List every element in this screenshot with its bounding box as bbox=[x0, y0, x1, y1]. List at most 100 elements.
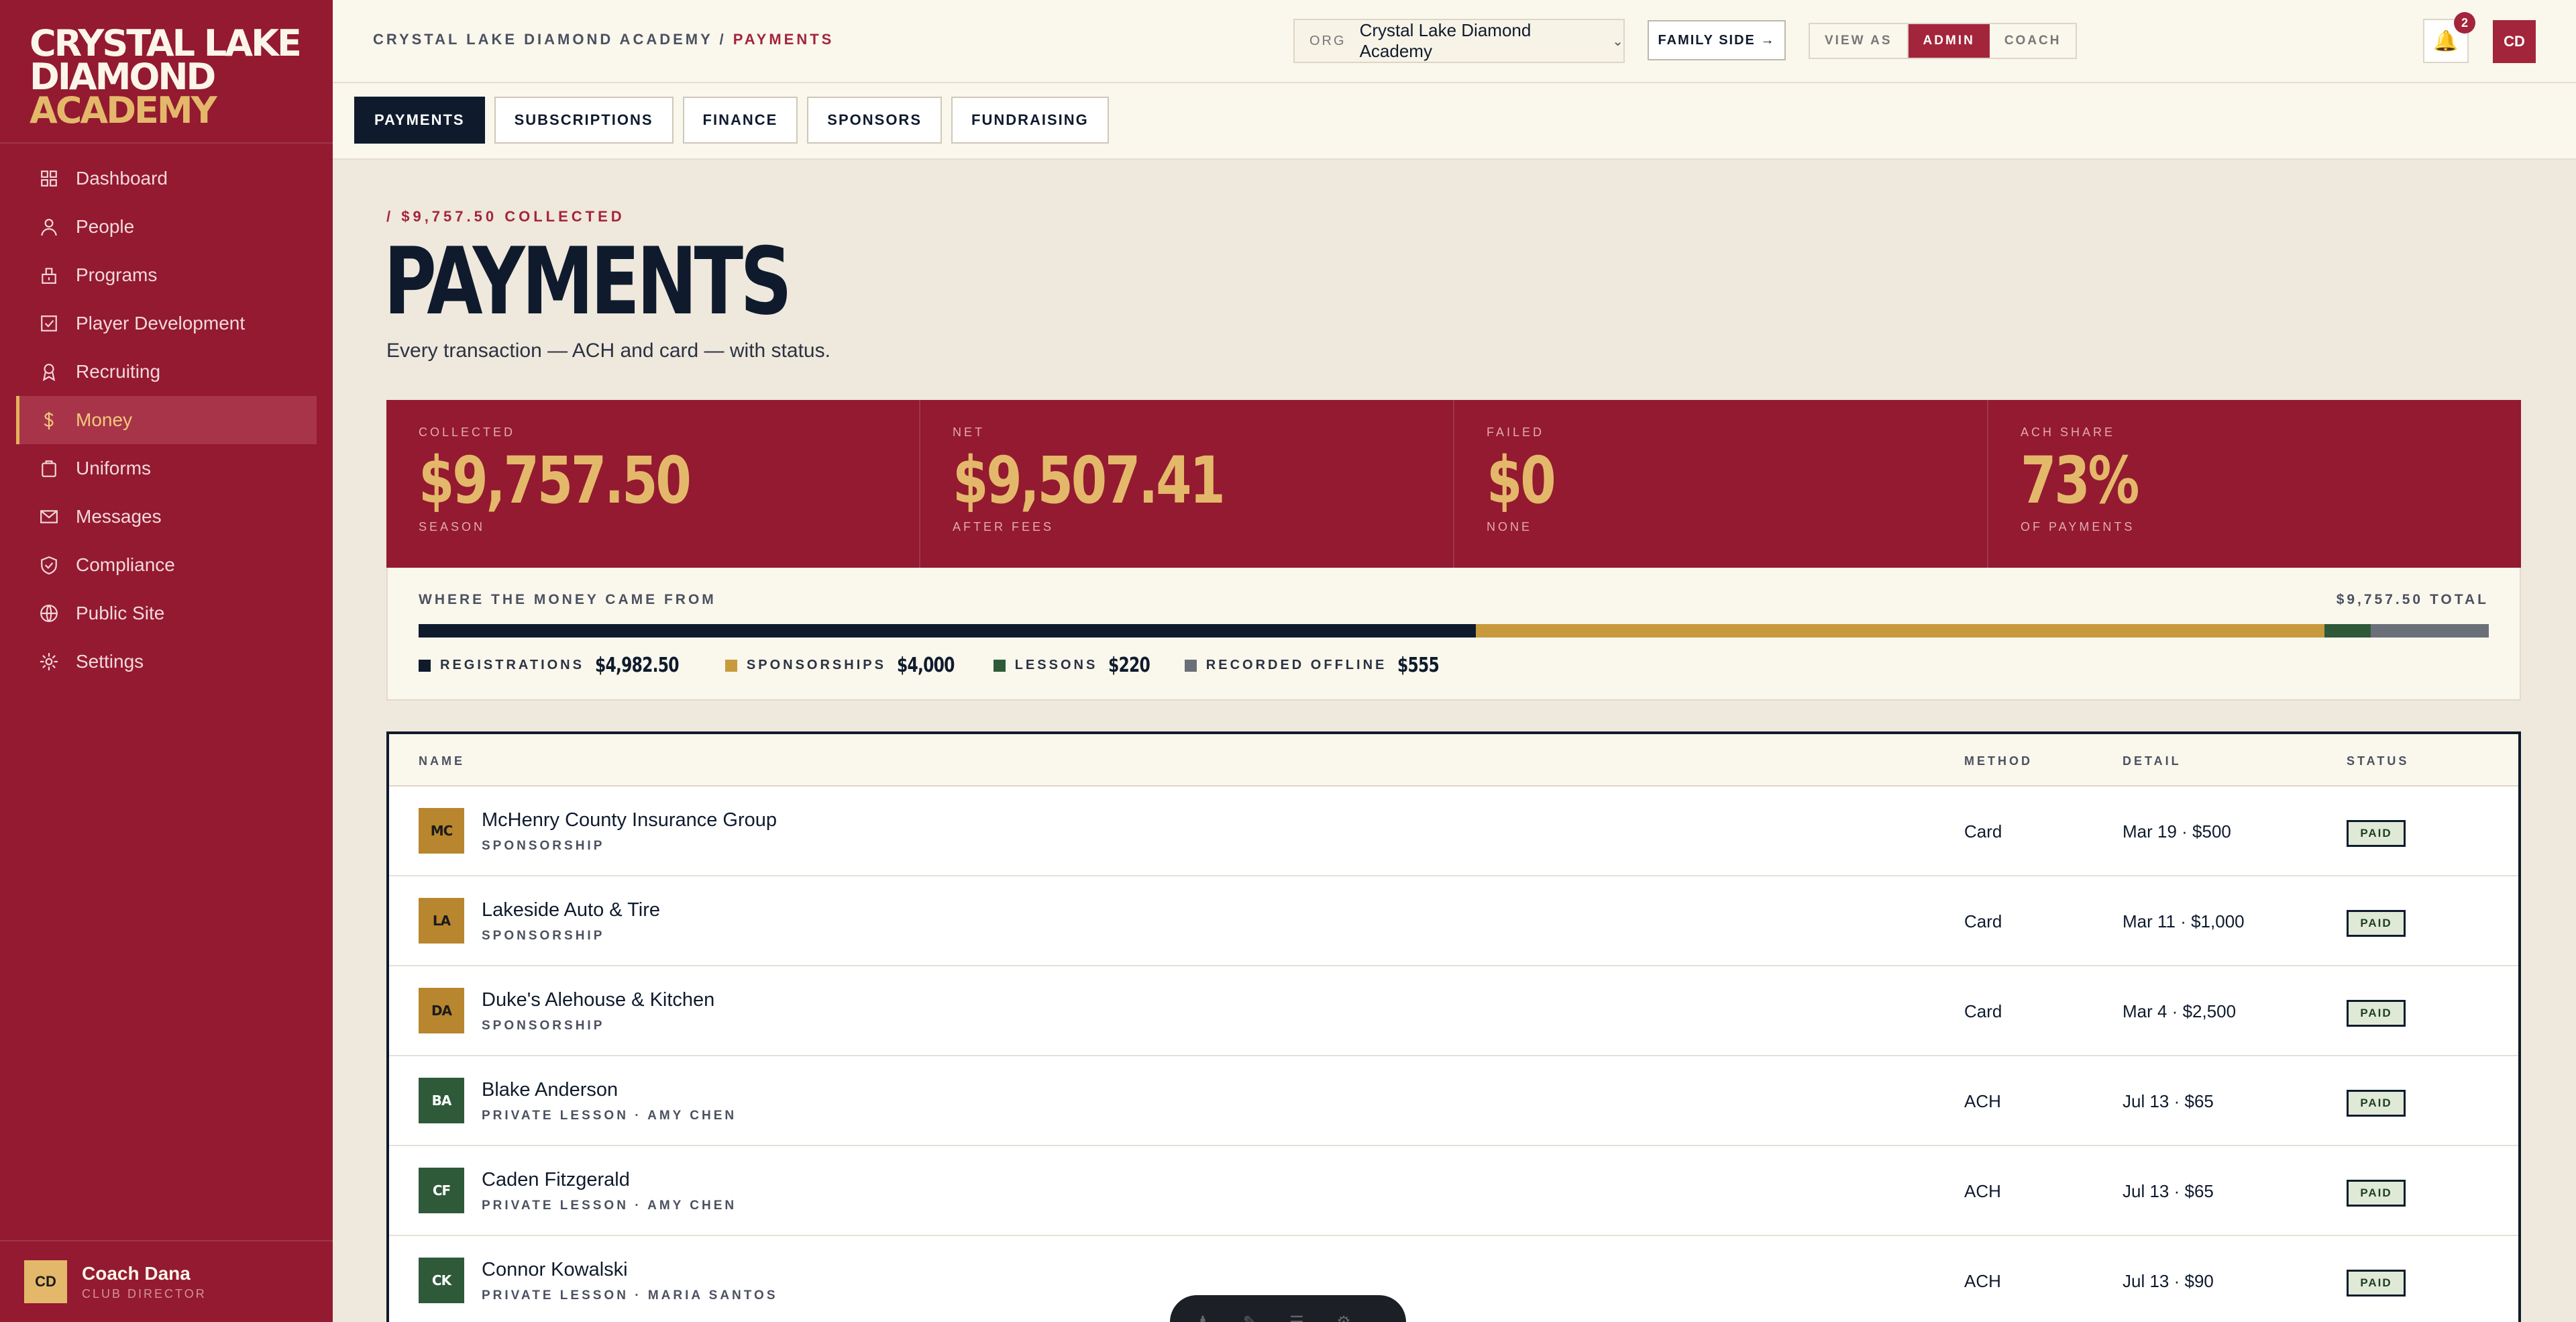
legend-swatch bbox=[419, 659, 431, 672]
view-as-label: View as bbox=[1810, 24, 1909, 58]
family-side-button[interactable]: FAMILY SIDE → bbox=[1648, 20, 1786, 60]
table-body: MC McHenry County Insurance Group Sponsors… bbox=[389, 786, 2518, 1322]
stat-label: Collected bbox=[419, 425, 516, 439]
bar-segment-recorded-offline bbox=[2371, 624, 2489, 638]
payment-detail: Mar 4 · $2,500 bbox=[2123, 1001, 2237, 1021]
legend-sponsorships: Sponsorships $4,000 bbox=[724, 654, 971, 677]
sidebar-item-people[interactable]: People bbox=[16, 203, 317, 251]
col-method[interactable]: Method bbox=[1964, 754, 2033, 768]
club-logo[interactable]: Crystal Lake Diamond Academy bbox=[30, 26, 302, 129]
sidebar-nav: Dashboard People Programs Player Developmen… bbox=[16, 154, 317, 686]
payer-name[interactable]: Connor Kowalski bbox=[482, 1259, 628, 1281]
stat-failed: Failed $0 None bbox=[1454, 400, 1988, 568]
sidebar-item-uniforms[interactable]: Uniforms bbox=[16, 444, 317, 493]
legend-recorded-offline: Recorded Offline $555 bbox=[1184, 654, 1451, 677]
row-avatar: BA bbox=[419, 1078, 464, 1123]
col-status[interactable]: Status bbox=[2347, 754, 2409, 768]
legend-value: $555 bbox=[1397, 654, 1440, 677]
view-as-coach[interactable]: Coach bbox=[1990, 24, 2076, 58]
payment-detail: Mar 11 · $1,000 bbox=[2123, 911, 2245, 931]
table-header: Name Method Detail Status bbox=[389, 734, 2518, 786]
sidebar-item-compliance[interactable]: Compliance bbox=[16, 541, 317, 589]
legend-label: Lessons bbox=[1014, 658, 1098, 672]
sidebar-item-messages[interactable]: Messages bbox=[16, 493, 317, 541]
stat-sub: After fees bbox=[953, 520, 1055, 533]
toolbar-lines-icon[interactable]: ☰ bbox=[1288, 1313, 1305, 1322]
row-avatar: DA bbox=[419, 988, 464, 1033]
stat-label: Net bbox=[953, 425, 985, 439]
tab-subscriptions[interactable]: Subscriptions bbox=[494, 97, 674, 144]
sidebar-item-public-site[interactable]: Public Site bbox=[16, 589, 317, 638]
legend-label: Registrations bbox=[440, 658, 584, 672]
legend-value: $220 bbox=[1108, 654, 1150, 677]
payment-type: Private Lesson · Amy Chen bbox=[482, 1199, 737, 1213]
legend-value: $4,000 bbox=[896, 654, 955, 677]
table-row[interactable]: LA Lakeside Auto & Tire Sponsorship Card Mar… bbox=[389, 876, 2518, 966]
page-subtitle: Every transaction — ACH and card — with … bbox=[386, 340, 830, 362]
row-avatar: CK bbox=[419, 1258, 464, 1303]
bar-segment-registrations bbox=[419, 624, 1476, 638]
payer-name[interactable]: Lakeside Auto & Tire bbox=[482, 899, 660, 921]
table-row[interactable]: CF Caden Fitzgerald Private Lesson · Amy C… bbox=[389, 1146, 2518, 1236]
stat-ach-share: ACH Share 73% Of payments bbox=[1988, 400, 2521, 568]
payment-method: Card bbox=[1964, 821, 2002, 842]
grid-icon bbox=[40, 169, 58, 188]
sidebar-item-dashboard[interactable]: Dashboard bbox=[16, 154, 317, 203]
toolbar-tool-icon[interactable]: ♟ bbox=[1194, 1313, 1212, 1322]
section-tabs-bar: Payments Subscriptions Finance Sponsors Fund… bbox=[333, 83, 2576, 160]
tab-sponsors[interactable]: Sponsors bbox=[807, 97, 942, 144]
chevron-down-icon: ⌄ bbox=[1612, 34, 1623, 49]
user-profile[interactable]: CD Coach Dana Club Director bbox=[24, 1260, 207, 1303]
table-row[interactable]: DA Duke's Alehouse & Kitchen Sponsorship Ca… bbox=[389, 966, 2518, 1056]
stat-sub: None bbox=[1487, 520, 1533, 533]
table-row[interactable]: MC McHenry County Insurance Group Sponsors… bbox=[389, 786, 2518, 876]
tab-fundraising[interactable]: Fundraising bbox=[951, 97, 1109, 144]
payer-name[interactable]: McHenry County Insurance Group bbox=[482, 809, 777, 831]
col-name[interactable]: Name bbox=[419, 754, 465, 768]
user-name: Coach Dana bbox=[82, 1262, 191, 1284]
tab-payments[interactable]: Payments bbox=[354, 97, 485, 144]
account-avatar[interactable]: CD bbox=[2493, 20, 2536, 63]
sidebar-item-label: Dashboard bbox=[76, 168, 168, 189]
payer-name[interactable]: Duke's Alehouse & Kitchen bbox=[482, 989, 714, 1011]
sidebar-item-programs[interactable]: Programs bbox=[16, 251, 317, 299]
status-badge: PAID bbox=[2347, 1180, 2406, 1207]
notification-count-badge: 2 bbox=[2454, 12, 2475, 34]
sidebar-item-money[interactable]: Money bbox=[16, 396, 317, 444]
tab-finance[interactable]: Finance bbox=[682, 97, 798, 144]
toolbar-brush-icon[interactable]: ✎ bbox=[1241, 1313, 1258, 1322]
row-avatar: LA bbox=[419, 898, 464, 944]
legend-label: Recorded Offline bbox=[1205, 658, 1387, 672]
table-row[interactable]: CK Connor Kowalski Private Lesson · Maria … bbox=[389, 1236, 2518, 1322]
dollar-icon bbox=[40, 411, 58, 429]
col-detail[interactable]: Detail bbox=[2123, 754, 2182, 768]
person-icon bbox=[40, 217, 58, 236]
breadcrumb: Crystal Lake Diamond Academy / Payments bbox=[373, 31, 835, 48]
sidebar-item-label: Money bbox=[76, 409, 133, 430]
globe-icon bbox=[40, 604, 58, 623]
status-badge: PAID bbox=[2347, 820, 2406, 847]
legend-registrations: Registrations $4,982.50 bbox=[419, 654, 702, 677]
toolbar-settings-icon[interactable]: ⚙ bbox=[1335, 1313, 1352, 1322]
breadcrumb-org[interactable]: Crystal Lake Diamond Academy bbox=[373, 31, 712, 48]
breakdown-legend: Registrations $4,982.50 Sponsorships $4,000… bbox=[419, 654, 1474, 677]
shirt-icon bbox=[40, 459, 58, 478]
sidebar-item-label: People bbox=[76, 216, 135, 237]
payer-name[interactable]: Caden Fitzgerald bbox=[482, 1169, 630, 1191]
status-badge: PAID bbox=[2347, 1090, 2406, 1117]
stat-collected: Collected $9,757.50 Season bbox=[386, 400, 920, 568]
breakdown-total: $9,757.50 Total bbox=[2336, 592, 2489, 607]
payer-name[interactable]: Blake Anderson bbox=[482, 1079, 618, 1101]
view-as-admin[interactable]: Admin bbox=[1908, 24, 1990, 58]
stat-label: Failed bbox=[1487, 425, 1545, 439]
payment-method: ACH bbox=[1964, 1091, 2001, 1111]
sidebar-item-player-development[interactable]: Player Development bbox=[16, 299, 317, 348]
sidebar-item-recruiting[interactable]: Recruiting bbox=[16, 348, 317, 396]
org-selector[interactable]: ORG Crystal Lake Diamond Academy ⌄ bbox=[1293, 19, 1625, 63]
legend-swatch bbox=[724, 659, 737, 672]
status-badge: PAID bbox=[2347, 1000, 2406, 1027]
sidebar-item-settings[interactable]: Settings bbox=[16, 638, 317, 686]
table-row[interactable]: BA Blake Anderson Private Lesson · Amy Che… bbox=[389, 1056, 2518, 1146]
payment-method: ACH bbox=[1964, 1181, 2001, 1201]
stat-value: $0 bbox=[1487, 443, 1556, 518]
